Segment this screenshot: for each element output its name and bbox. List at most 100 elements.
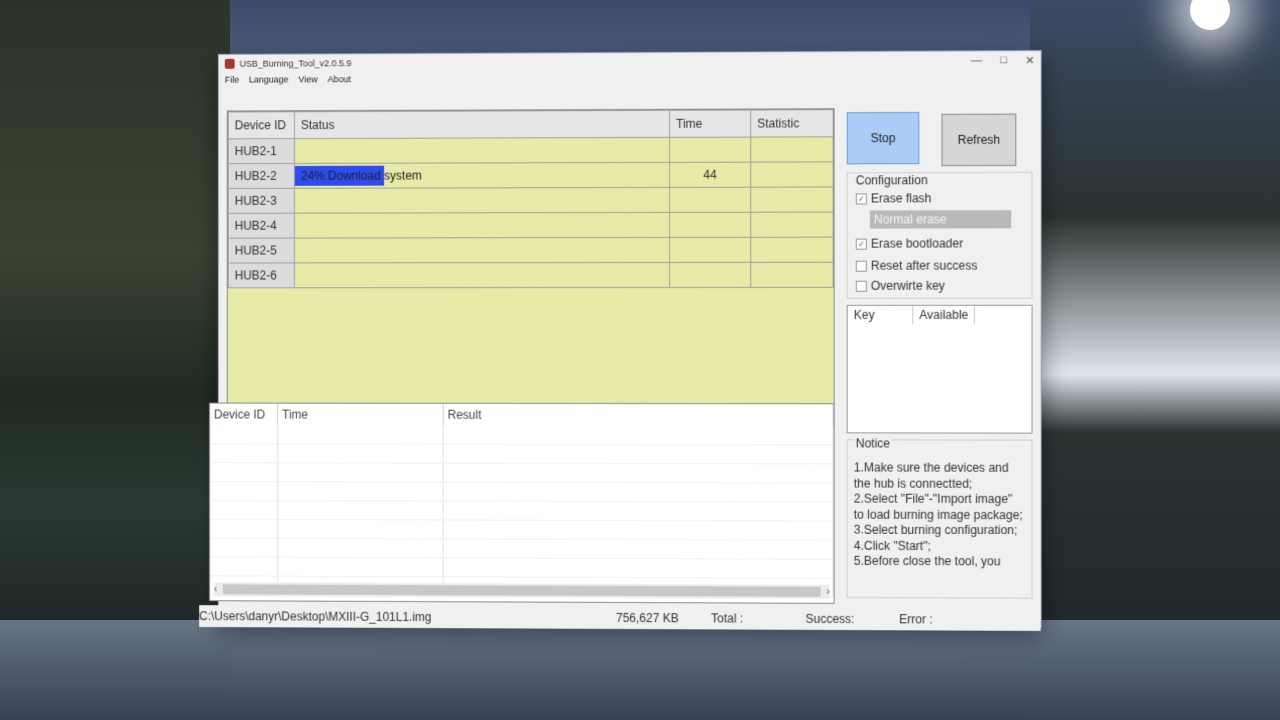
close-icon[interactable]: ✕ <box>1025 54 1034 67</box>
time-cell <box>670 262 751 287</box>
table-row <box>210 425 833 444</box>
table-row <box>210 519 833 540</box>
window-controls: — □ ✕ <box>971 54 1035 67</box>
maximize-icon[interactable]: □ <box>1000 54 1007 67</box>
status-bar: C:\Users\danyr\Desktop\MXIII-G_101L1.img… <box>199 605 1040 631</box>
app-window: USB_Burning_Tool_v2.0.5.9 — □ ✕ File Lan… <box>218 50 1042 628</box>
time-cell <box>670 187 751 212</box>
result-table: Device ID Time Result <box>210 404 834 598</box>
overwrite-key-option[interactable]: Overwirte key <box>856 279 945 293</box>
reset-after-success-option[interactable]: Reset after success <box>856 259 977 273</box>
status-cell <box>294 262 669 287</box>
configuration-group: Configuration ✓ Erase flash Normal erase… <box>847 172 1033 299</box>
table-row <box>210 557 833 578</box>
notice-title: Notice <box>854 436 892 450</box>
device-grid: Device ID Status Time Statistic HUB2-1 H… <box>227 108 835 406</box>
menu-about[interactable]: About <box>328 74 351 84</box>
table-row[interactable]: HUB2-2 24%:Download system 44 <box>228 162 833 189</box>
table-row[interactable]: HUB2-4 <box>228 212 833 238</box>
reset-after-success-label: Reset after success <box>871 259 977 273</box>
total-count: Total : <box>711 611 805 625</box>
col-time[interactable]: Time <box>670 110 751 137</box>
col-status[interactable]: Status <box>294 110 669 138</box>
minimize-icon[interactable]: — <box>971 54 982 67</box>
col-log-result[interactable]: Result <box>443 404 833 426</box>
erase-flash-checkbox[interactable]: ✓ <box>856 193 867 204</box>
notice-group: Notice 1.Make sure the devices and the h… <box>847 439 1033 598</box>
erase-mode-select[interactable]: Normal erase <box>870 210 1011 228</box>
side-panel: Stop Refresh Configuration ✓ Erase flash… <box>847 112 1033 113</box>
col-key[interactable]: Key <box>848 306 914 324</box>
erase-flash-option[interactable]: ✓ Erase flash <box>856 191 932 205</box>
key-list[interactable]: Key Available <box>847 305 1033 434</box>
status-cell <box>294 137 669 163</box>
scroll-thumb[interactable] <box>223 584 820 596</box>
key-list-header: Key Available <box>848 306 1032 324</box>
time-cell: 44 <box>670 162 751 187</box>
menu-file[interactable]: File <box>225 75 239 85</box>
error-count: Error : <box>899 612 933 626</box>
refresh-button[interactable]: Refresh <box>942 114 1017 167</box>
table-row <box>210 482 833 503</box>
statistic-cell <box>751 237 833 262</box>
statistic-cell <box>751 212 833 237</box>
wallpaper-right <box>1030 0 1280 720</box>
status-cell <box>294 237 669 262</box>
overwrite-key-checkbox[interactable] <box>856 280 867 291</box>
erase-bootloader-checkbox[interactable]: ✓ <box>856 238 867 249</box>
time-cell <box>670 237 751 262</box>
horizontal-scrollbar[interactable]: ‹ › <box>214 582 830 599</box>
stop-button[interactable]: Stop <box>847 112 920 164</box>
col-device-id[interactable]: Device ID <box>228 112 294 139</box>
col-statistic[interactable]: Statistic <box>751 110 833 137</box>
table-row[interactable]: HUB2-5 <box>228 237 833 263</box>
statistic-cell <box>751 262 833 287</box>
notice-text: 1.Make sure the devices and the hub is c… <box>854 460 1026 593</box>
col-log-device-id[interactable]: Device ID <box>210 404 278 426</box>
col-available[interactable]: Available <box>913 306 975 324</box>
status-cell <box>294 212 669 238</box>
table-row[interactable]: HUB2-6 <box>228 262 833 288</box>
configuration-title: Configuration <box>854 173 930 187</box>
device-table-header: Device ID Status Time Statistic <box>228 110 833 139</box>
image-path: C:\Users\danyr\Desktop\MXIII-G_101L1.img <box>199 609 616 625</box>
menu-view[interactable]: View <box>298 74 317 84</box>
statistic-cell <box>751 162 833 187</box>
wallpaper-lake <box>0 620 1280 720</box>
overwrite-key-label: Overwirte key <box>871 279 945 293</box>
window-title: USB_Burning_Tool_v2.0.5.9 <box>240 58 352 68</box>
col-log-time[interactable]: Time <box>278 404 443 426</box>
table-row <box>210 463 833 483</box>
device-id-cell: HUB2-6 <box>228 263 294 288</box>
statistic-cell <box>751 137 833 162</box>
result-log: Device ID Time Result ‹ › <box>209 403 835 604</box>
table-row <box>210 500 833 521</box>
device-id-cell: HUB2-2 <box>228 163 294 188</box>
time-cell <box>670 212 751 237</box>
erase-bootloader-label: Erase bootloader <box>871 236 963 250</box>
menu-language[interactable]: Language <box>249 74 289 84</box>
status-cell <box>294 187 669 213</box>
device-id-cell: HUB2-4 <box>228 213 294 238</box>
device-table: Device ID Status Time Statistic HUB2-1 H… <box>228 109 834 288</box>
device-id-cell: HUB2-5 <box>228 238 294 263</box>
table-row[interactable]: HUB2-1 <box>228 137 833 164</box>
reset-after-success-checkbox[interactable] <box>856 260 867 271</box>
erase-flash-label: Erase flash <box>871 191 932 205</box>
table-row[interactable]: HUB2-3 <box>228 187 833 213</box>
status-cell: 24%:Download system <box>294 162 669 188</box>
statistic-cell <box>751 187 833 212</box>
wallpaper-left <box>0 0 230 720</box>
scroll-right-icon[interactable]: › <box>826 586 829 597</box>
table-row <box>210 444 833 464</box>
erase-bootloader-option[interactable]: ✓ Erase bootloader <box>856 236 963 250</box>
result-table-header: Device ID Time Result <box>210 404 833 427</box>
scroll-left-icon[interactable]: ‹ <box>214 584 217 595</box>
progress-text: 24%:Download system <box>301 169 422 183</box>
success-count: Success: <box>805 612 899 626</box>
table-row <box>210 538 833 559</box>
time-cell <box>670 137 751 162</box>
device-id-cell: HUB2-3 <box>228 188 294 213</box>
device-id-cell: HUB2-1 <box>228 139 294 164</box>
image-size: 756,627 KB <box>616 611 711 625</box>
